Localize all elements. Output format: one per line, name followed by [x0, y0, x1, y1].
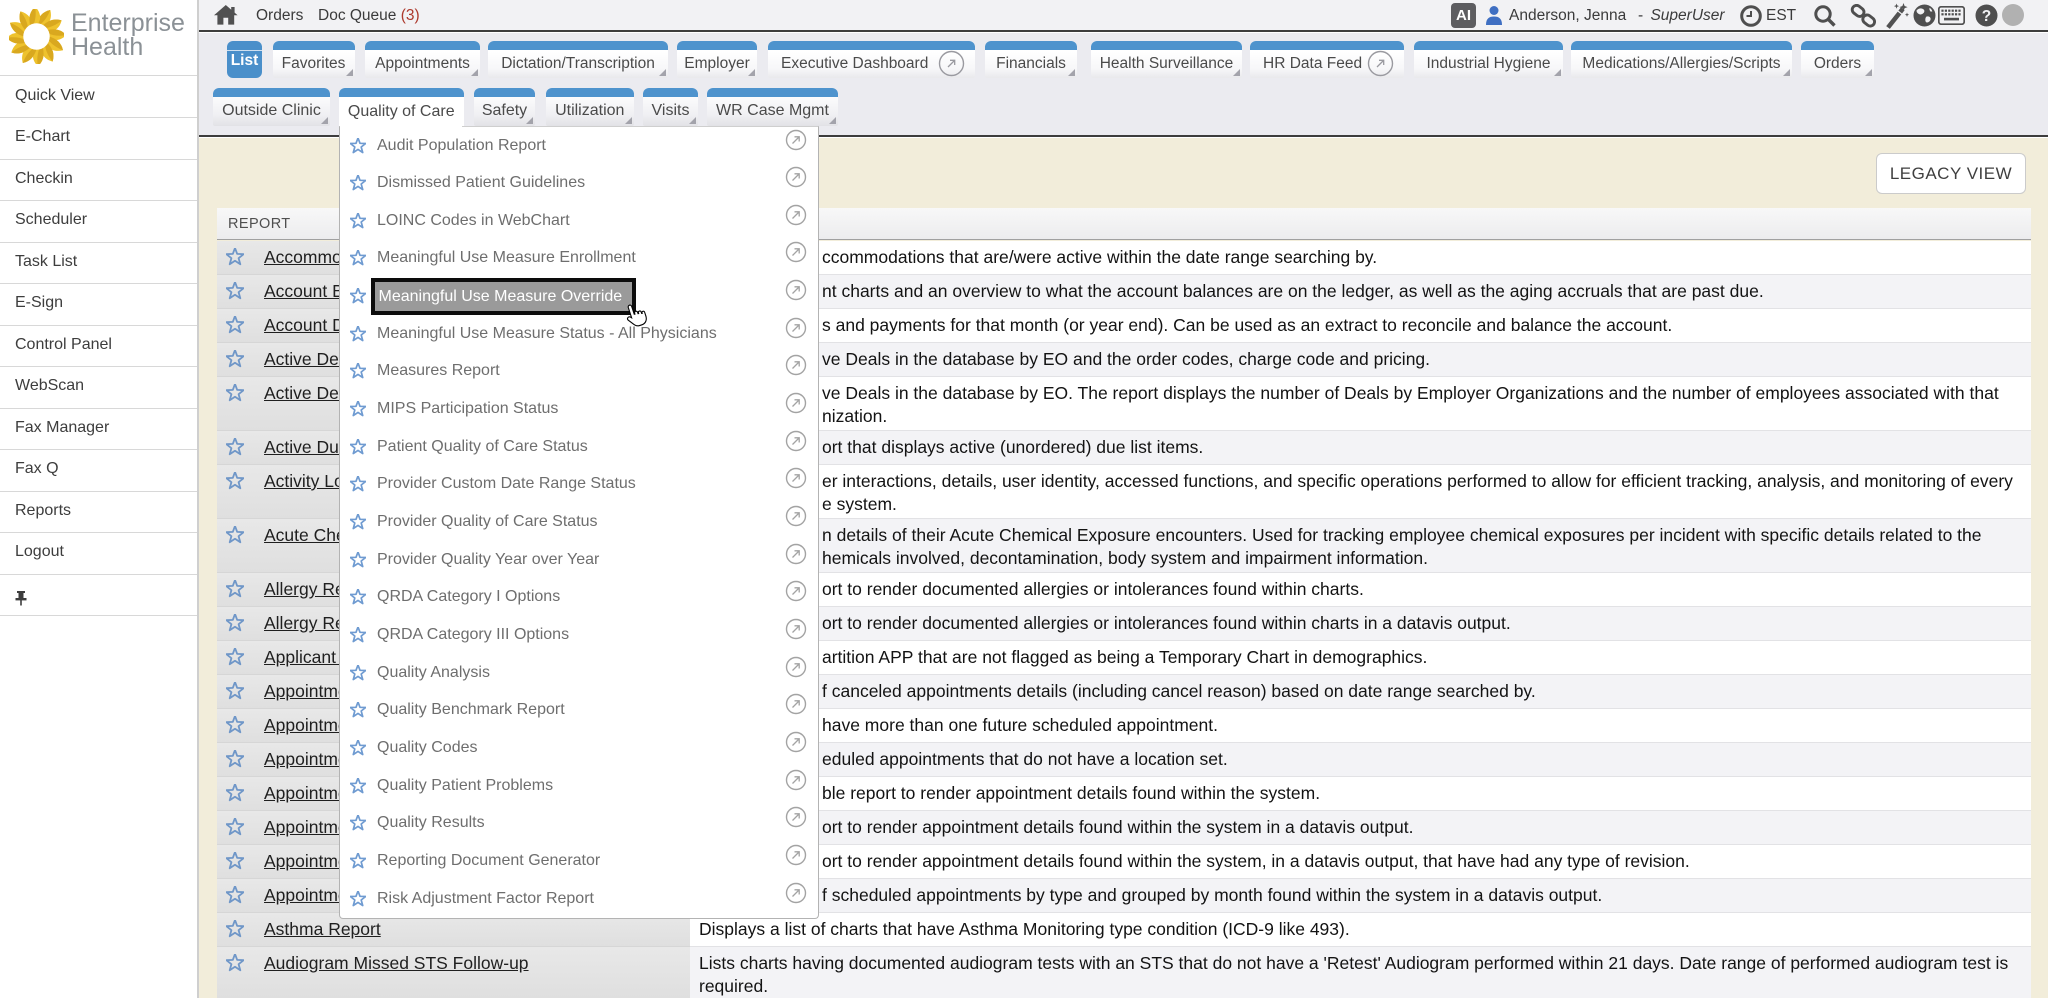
svg-text:?: ? — [1982, 8, 1991, 25]
